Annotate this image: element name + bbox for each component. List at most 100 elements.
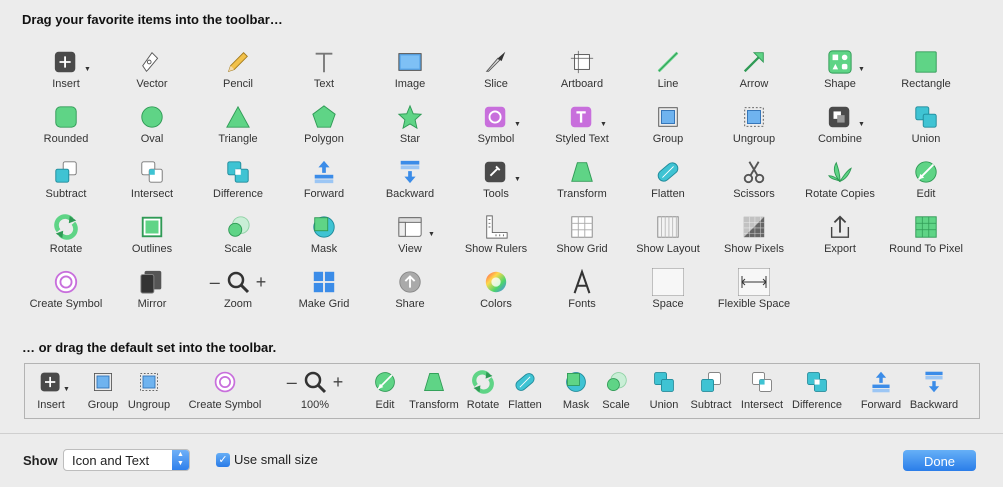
palette-item-symbol[interactable]: ▼ Symbol (450, 99, 542, 154)
palette-item-colors[interactable]: Colors (450, 264, 542, 319)
palette-item-flexible-space[interactable]: Flexible Space (708, 264, 800, 319)
palette-item-styled-text[interactable]: ▼ Styled Text (536, 99, 628, 154)
palette-item-artboard[interactable]: Artboard (536, 44, 628, 99)
intersect-icon (141, 161, 163, 183)
palette-item-make-grid[interactable]: Make Grid (278, 264, 370, 319)
palette-item-flatten[interactable]: Flatten (622, 154, 714, 209)
palette-item-icon-slot (880, 157, 972, 187)
palette-item-combine[interactable]: ▼ Combine (794, 99, 886, 154)
palette-item-triangle[interactable]: Triangle (192, 99, 284, 154)
zoom-in-icon[interactable]: + (333, 372, 344, 393)
palette-item-icon-slot (278, 102, 370, 132)
palette-item-show-pixels[interactable]: Show Pixels (708, 209, 800, 264)
palette-item-subtract[interactable]: Subtract (20, 154, 112, 209)
palette-item-difference[interactable]: Difference (192, 154, 284, 209)
transform-icon (423, 373, 445, 391)
dropdown-caret-icon: ▼ (428, 231, 435, 238)
default-item-icon-slot (646, 368, 682, 396)
done-button[interactable]: Done (903, 450, 976, 471)
palette-item-icon-slot (192, 157, 284, 187)
palette-item-rotate[interactable]: Rotate (20, 209, 112, 264)
palette-item-shape[interactable]: ▼ Shape (794, 44, 886, 99)
palette-item-scissors[interactable]: Scissors (708, 154, 800, 209)
rectangle-icon (915, 51, 937, 73)
shape-icon (828, 50, 852, 74)
palette-item-view[interactable]: ▼ View (364, 209, 456, 264)
palette-item-transform[interactable]: Transform (536, 154, 628, 209)
palette-item-zoom[interactable]: – + Zoom (192, 264, 284, 319)
default-item-edit: Edit (370, 364, 400, 418)
palette-item-star[interactable]: Star (364, 99, 456, 154)
palette-item-pencil[interactable]: Pencil (192, 44, 284, 99)
palette-item-icon-slot (192, 102, 284, 132)
palette-item-ungroup[interactable]: Ungroup (708, 99, 800, 154)
default-item-create-symbol: Create Symbol (189, 364, 261, 418)
default-item-scale: Scale (601, 364, 631, 418)
zoom-out-icon[interactable]: – (210, 272, 220, 293)
palette-item-label: Flexible Space (717, 298, 791, 310)
group-icon (94, 373, 112, 391)
palette-item-group[interactable]: Group (622, 99, 714, 154)
palette-item-rectangle[interactable]: Rectangle (880, 44, 972, 99)
palette-item-tools[interactable]: ▼ Tools (450, 154, 542, 209)
palette-item-intersect[interactable]: Intersect (106, 154, 198, 209)
default-item-icon-slot (690, 368, 732, 396)
palette-item-space[interactable]: Space (622, 264, 714, 319)
default-item-icon-slot (863, 368, 899, 396)
palette-item-icon-slot (708, 212, 800, 242)
palette-item-icon-slot (794, 102, 886, 132)
zoom-out-icon[interactable]: – (287, 372, 297, 393)
palette-item-rounded[interactable]: Rounded (20, 99, 112, 154)
palette-item-icon-slot (450, 102, 542, 132)
layout-icon (657, 216, 679, 238)
palette-item-icon-slot (536, 157, 628, 187)
default-toolbar-set[interactable]: ▼ Insert Group Ungroup Create Symbol – +100% Ed… (24, 363, 980, 419)
star-icon (397, 104, 423, 130)
palette-item-outlines[interactable]: Outlines (106, 209, 198, 264)
palette-item-mask[interactable]: Mask (278, 209, 370, 264)
palette-item-show-layout[interactable]: Show Layout (622, 209, 714, 264)
palette-item-edit[interactable]: Edit (880, 154, 972, 209)
palette-item-fonts[interactable]: Fonts (536, 264, 628, 319)
create-symbol-icon (214, 371, 236, 393)
palette-item-rotate-copies[interactable]: Rotate Copies (794, 154, 886, 209)
palette-item-arrow[interactable]: Arrow (708, 44, 800, 99)
default-item-insert: ▼ Insert (36, 364, 70, 418)
show-mode-select[interactable]: Icon and Text ▲ ▼ (63, 449, 190, 471)
palette-item-round-to-pixel[interactable]: Round To Pixel (880, 209, 972, 264)
export-icon (830, 215, 850, 238)
palette-item-icon-slot (364, 212, 456, 242)
palette-item-vector[interactable]: Vector (106, 44, 198, 99)
dropdown-caret-icon: ▼ (514, 176, 521, 183)
palette-item-text[interactable]: Text (278, 44, 370, 99)
palette-item-line[interactable]: Line (622, 44, 714, 99)
small-size-label[interactable]: Use small size (234, 452, 318, 467)
palette-item-union[interactable]: Union (880, 99, 972, 154)
palette-item-create-symbol[interactable]: Create Symbol (20, 264, 112, 319)
palette-item-mirror[interactable]: Mirror (106, 264, 198, 319)
palette-item-slice[interactable]: Slice (450, 44, 542, 99)
default-item-subtract: Subtract (690, 364, 732, 418)
magnifier-icon (227, 271, 249, 294)
palette-item-show-rulers[interactable]: Show Rulers (450, 209, 542, 264)
edit-icon (375, 372, 395, 392)
small-size-checkbox[interactable]: ✓ (216, 453, 230, 467)
default-item-icon-slot (601, 368, 631, 396)
palette-item-show-grid[interactable]: Show Grid (536, 209, 628, 264)
palette-item-icon-slot (536, 267, 628, 297)
palette-item-icon-slot (20, 47, 112, 77)
palette-item-insert[interactable]: ▼ Insert (20, 44, 112, 99)
palette-item-oval[interactable]: Oval (106, 99, 198, 154)
palette-item-export[interactable]: Export (794, 209, 886, 264)
show-mode-value: Icon and Text (72, 453, 150, 468)
default-item-icon-slot (36, 368, 66, 396)
palette-item-polygon[interactable]: Polygon (278, 99, 370, 154)
zoom-in-icon[interactable]: + (256, 272, 267, 293)
palette-item-image[interactable]: Image (364, 44, 456, 99)
palette-item-share[interactable]: Share (364, 264, 456, 319)
palette-item-icon-slot (880, 102, 972, 132)
ungroup-icon (744, 107, 764, 127)
palette-item-scale[interactable]: Scale (192, 209, 284, 264)
palette-item-backward[interactable]: Backward (364, 154, 456, 209)
palette-item-forward[interactable]: Forward (278, 154, 370, 209)
